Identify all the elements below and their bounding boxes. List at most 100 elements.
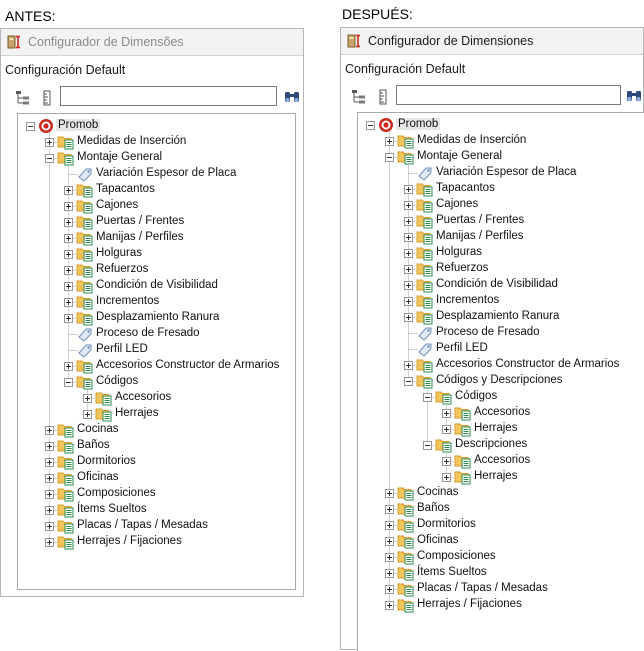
expand-icon[interactable] bbox=[404, 217, 413, 226]
tree-node[interactable]: Accesorios Constructor de Armarios bbox=[358, 357, 644, 373]
tree-node[interactable]: Accesorios bbox=[18, 390, 295, 406]
expand-icon[interactable] bbox=[64, 186, 73, 195]
tree-node[interactable]: Montaje General bbox=[358, 149, 644, 165]
expand-icon[interactable] bbox=[404, 297, 413, 306]
tree-node[interactable]: Montaje General bbox=[18, 150, 295, 166]
expand-icon[interactable] bbox=[45, 506, 54, 515]
expand-icon[interactable] bbox=[404, 361, 413, 370]
tree-node[interactable]: Baños bbox=[358, 501, 644, 517]
tree-node[interactable]: Herrajes / Fijaciones bbox=[18, 534, 295, 550]
tree-node[interactable]: Incrementos bbox=[18, 294, 295, 310]
expand-icon[interactable] bbox=[385, 553, 394, 562]
expand-icon[interactable] bbox=[45, 538, 54, 547]
expand-icon[interactable] bbox=[64, 234, 73, 243]
expand-icon[interactable] bbox=[45, 474, 54, 483]
ruler-icon[interactable] bbox=[375, 89, 391, 105]
tree-node[interactable]: Refuerzos bbox=[18, 262, 295, 278]
expand-icon[interactable] bbox=[442, 473, 451, 482]
expand-icon[interactable] bbox=[45, 426, 54, 435]
tree-node[interactable]: Cocinas bbox=[18, 422, 295, 438]
collapse-icon[interactable] bbox=[423, 441, 432, 450]
tree-node[interactable]: Manijas / Perfiles bbox=[18, 230, 295, 246]
tree-node[interactable]: Puertas / Frentes bbox=[358, 213, 644, 229]
search-input[interactable] bbox=[60, 86, 277, 106]
tree-node[interactable]: Puertas / Frentes bbox=[18, 214, 295, 230]
tree-node[interactable]: Promob bbox=[358, 117, 644, 133]
expand-icon[interactable] bbox=[83, 394, 92, 403]
tree-node[interactable]: Cajones bbox=[358, 197, 644, 213]
expand-icon[interactable] bbox=[404, 233, 413, 242]
tree-node[interactable]: Condición de Visibilidad bbox=[358, 277, 644, 293]
tree-node[interactable]: Herrajes / Fijaciones bbox=[358, 597, 644, 613]
expand-icon[interactable] bbox=[442, 409, 451, 418]
expand-icon[interactable] bbox=[442, 425, 451, 434]
tree-structure-icon[interactable] bbox=[351, 89, 367, 105]
expand-icon[interactable] bbox=[385, 585, 394, 594]
title-bar[interactable]: Configurador de Dimensões bbox=[1, 29, 303, 56]
tree-node[interactable]: Baños bbox=[18, 438, 295, 454]
collapse-icon[interactable] bbox=[404, 377, 413, 386]
expand-icon[interactable] bbox=[404, 185, 413, 194]
before-tree[interactable]: Promob Medidas de Inserción Montaje Genera… bbox=[17, 113, 296, 590]
collapse-icon[interactable] bbox=[64, 378, 73, 387]
tree-node[interactable]: Códigos y Descripciones bbox=[358, 373, 644, 389]
expand-icon[interactable] bbox=[64, 282, 73, 291]
collapse-icon[interactable] bbox=[423, 393, 432, 402]
title-bar[interactable]: Configurador de Dimensiones bbox=[341, 28, 643, 55]
tree-node[interactable]: Dormitorios bbox=[358, 517, 644, 533]
tree-node[interactable]: Ítems Sueltos bbox=[18, 502, 295, 518]
tree-node[interactable]: Refuerzos bbox=[358, 261, 644, 277]
tree-node[interactable]: Proceso de Fresado bbox=[18, 326, 295, 342]
tree-node[interactable]: Desplazamiento Ranura bbox=[18, 310, 295, 326]
tree-node[interactable]: Tapacantos bbox=[358, 181, 644, 197]
after-tree[interactable]: Promob Medidas de Inserción Montaje Genera… bbox=[357, 112, 644, 651]
expand-icon[interactable] bbox=[385, 537, 394, 546]
expand-icon[interactable] bbox=[64, 218, 73, 227]
tree-node[interactable]: Composiciones bbox=[358, 549, 644, 565]
expand-icon[interactable] bbox=[404, 201, 413, 210]
tree-node[interactable]: Incrementos bbox=[358, 293, 644, 309]
collapse-icon[interactable] bbox=[45, 154, 54, 163]
expand-icon[interactable] bbox=[385, 137, 394, 146]
expand-icon[interactable] bbox=[64, 202, 73, 211]
expand-icon[interactable] bbox=[404, 313, 413, 322]
tree-node[interactable]: Códigos bbox=[358, 389, 644, 405]
expand-icon[interactable] bbox=[385, 601, 394, 610]
tree-node[interactable]: Cocinas bbox=[358, 485, 644, 501]
tree-node[interactable]: Oficinas bbox=[358, 533, 644, 549]
tree-node[interactable]: Holguras bbox=[358, 245, 644, 261]
tree-node[interactable]: Perfil LED bbox=[18, 342, 295, 358]
tree-node[interactable]: Variación Espesor de Placa bbox=[18, 166, 295, 182]
tree-node[interactable]: Placas / Tapas / Mesadas bbox=[358, 581, 644, 597]
expand-icon[interactable] bbox=[404, 265, 413, 274]
tree-node[interactable]: Manijas / Perfiles bbox=[358, 229, 644, 245]
expand-icon[interactable] bbox=[64, 266, 73, 275]
expand-icon[interactable] bbox=[45, 442, 54, 451]
expand-icon[interactable] bbox=[45, 490, 54, 499]
tree-node[interactable]: Descripciones bbox=[358, 437, 644, 453]
binoculars-icon[interactable] bbox=[625, 88, 643, 104]
tree-node[interactable]: Medidas de Inserción bbox=[18, 134, 295, 150]
tree-node[interactable]: Composiciones bbox=[18, 486, 295, 502]
expand-icon[interactable] bbox=[45, 138, 54, 147]
tree-node[interactable]: Accesorios bbox=[358, 405, 644, 421]
expand-icon[interactable] bbox=[83, 410, 92, 419]
tree-node[interactable]: Cajones bbox=[18, 198, 295, 214]
tree-node[interactable]: Accesorios bbox=[358, 453, 644, 469]
expand-icon[interactable] bbox=[385, 569, 394, 578]
expand-icon[interactable] bbox=[385, 521, 394, 530]
expand-icon[interactable] bbox=[45, 522, 54, 531]
tree-node[interactable]: Códigos bbox=[18, 374, 295, 390]
expand-icon[interactable] bbox=[404, 249, 413, 258]
expand-icon[interactable] bbox=[64, 362, 73, 371]
tree-node[interactable]: Oficinas bbox=[18, 470, 295, 486]
expand-icon[interactable] bbox=[385, 489, 394, 498]
tree-node[interactable]: Accesorios Constructor de Armarios bbox=[18, 358, 295, 374]
ruler-icon[interactable] bbox=[39, 90, 55, 106]
tree-node[interactable]: Tapacantos bbox=[18, 182, 295, 198]
binoculars-icon[interactable] bbox=[283, 89, 301, 105]
tree-node[interactable]: Desplazamiento Ranura bbox=[358, 309, 644, 325]
tree-node[interactable]: Ítems Sueltos bbox=[358, 565, 644, 581]
tree-node[interactable]: Holguras bbox=[18, 246, 295, 262]
tree-node[interactable]: Placas / Tapas / Mesadas bbox=[18, 518, 295, 534]
